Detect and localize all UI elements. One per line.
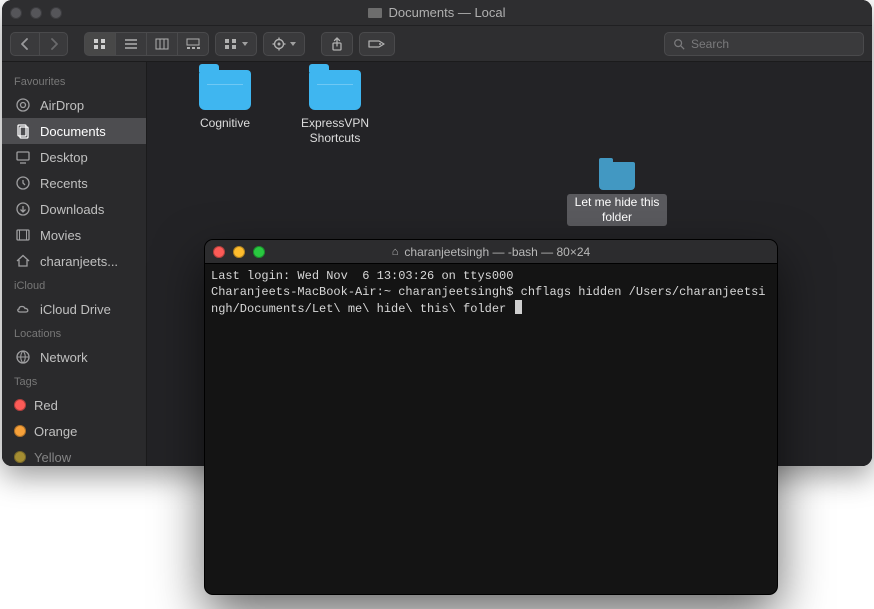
sidebar-item-movies[interactable]: Movies	[2, 222, 146, 248]
zoom-light[interactable]	[253, 246, 265, 258]
terminal-titlebar[interactable]: ⌂ charanjeetsingh — -bash — 80×24	[205, 240, 777, 264]
minimize-light[interactable]	[233, 246, 245, 258]
tags-button[interactable]	[359, 32, 395, 56]
chevron-down-icon	[290, 42, 296, 46]
documents-icon	[14, 123, 32, 139]
folder-icon	[368, 8, 382, 18]
nav-forward-button[interactable]	[39, 33, 67, 55]
cloud-icon	[14, 301, 32, 317]
finder-sidebar: Favourites AirDrop Documents Desktop Rec…	[2, 62, 147, 466]
search-input[interactable]	[691, 37, 855, 51]
terminal-line: Charanjeets-MacBook-Air:~ charanjeetsing…	[211, 285, 766, 316]
sidebar-heading-locations: Locations	[2, 322, 146, 344]
tag-icon	[368, 38, 386, 50]
chevron-down-icon	[242, 42, 248, 46]
sidebar-heading-icloud: iCloud	[2, 274, 146, 296]
finder-toolbar	[2, 26, 872, 62]
search-field[interactable]	[664, 32, 864, 56]
finder-traffic-lights	[10, 7, 68, 19]
terminal-body[interactable]: Last login: Wed Nov 6 13:03:26 on ttys00…	[205, 264, 777, 594]
folder-icon	[199, 70, 251, 110]
terminal-title-text: charanjeetsingh — -bash — 80×24	[404, 245, 590, 259]
terminal-traffic-lights	[213, 246, 271, 258]
desktop-icon	[14, 149, 32, 165]
sidebar-item-downloads[interactable]: Downloads	[2, 196, 146, 222]
file-label: Cognitive	[200, 116, 250, 131]
search-icon	[673, 38, 685, 50]
sidebar-tag-orange[interactable]: Orange	[2, 418, 146, 444]
sidebar-item-home[interactable]: charanjeets...	[2, 248, 146, 274]
sidebar-item-network[interactable]: Network	[2, 344, 146, 370]
home-icon: ⌂	[392, 246, 399, 258]
view-list-button[interactable]	[115, 32, 146, 56]
file-label: ExpressVPN Shortcuts	[285, 116, 385, 146]
close-light[interactable]	[213, 246, 225, 258]
sidebar-item-label: Downloads	[40, 202, 104, 217]
view-mode-group	[84, 32, 209, 56]
nav-buttons	[10, 32, 68, 56]
action-gear-button[interactable]	[263, 32, 305, 56]
network-icon	[14, 349, 32, 365]
downloads-icon	[14, 201, 32, 217]
share-button[interactable]	[321, 32, 353, 56]
sidebar-item-label: Yellow	[34, 450, 71, 465]
airdrop-icon	[14, 97, 32, 113]
zoom-light[interactable]	[50, 7, 62, 19]
sidebar-item-label: charanjeets...	[40, 254, 118, 269]
sidebar-tag-yellow[interactable]: Yellow	[2, 444, 146, 466]
gear-icon	[272, 37, 286, 51]
minimize-light[interactable]	[30, 7, 42, 19]
sidebar-item-label: Documents	[40, 124, 106, 139]
view-icon-button[interactable]	[84, 32, 115, 56]
sidebar-item-label: Desktop	[40, 150, 88, 165]
terminal-title: ⌂ charanjeetsingh — -bash — 80×24	[271, 245, 711, 259]
sidebar-item-documents[interactable]: Documents	[2, 118, 146, 144]
sidebar-item-desktop[interactable]: Desktop	[2, 144, 146, 170]
home-icon	[14, 253, 32, 269]
sidebar-item-label: Red	[34, 398, 58, 413]
folder-icon	[599, 162, 635, 190]
close-light[interactable]	[10, 7, 22, 19]
nav-back-button[interactable]	[11, 33, 39, 55]
sidebar-item-airdrop[interactable]: AirDrop	[2, 92, 146, 118]
sidebar-item-label: Recents	[40, 176, 88, 191]
sidebar-item-recents[interactable]: Recents	[2, 170, 146, 196]
view-columns-button[interactable]	[146, 32, 177, 56]
view-options-button[interactable]	[215, 32, 257, 56]
sidebar-item-label: Network	[40, 350, 88, 365]
folder-let-me-hide[interactable]: Let me hide this folder	[567, 162, 667, 226]
finder-titlebar[interactable]: Documents — Local	[2, 0, 872, 26]
tag-dot-icon	[14, 425, 26, 437]
movies-icon	[14, 227, 32, 243]
sidebar-heading-tags: Tags	[2, 370, 146, 392]
folder-icon	[309, 70, 361, 110]
sidebar-tag-red[interactable]: Red	[2, 392, 146, 418]
terminal-line: Last login: Wed Nov 6 13:03:26 on ttys00…	[211, 269, 513, 283]
sidebar-item-label: iCloud Drive	[40, 302, 111, 317]
folder-cognitive[interactable]: Cognitive	[175, 70, 275, 131]
view-gallery-button[interactable]	[177, 32, 209, 56]
terminal-cursor	[515, 300, 522, 314]
tag-dot-icon	[14, 399, 26, 411]
sidebar-item-label: Movies	[40, 228, 81, 243]
sidebar-item-label: Orange	[34, 424, 77, 439]
sidebar-heading-favourites: Favourites	[2, 70, 146, 92]
finder-title: Documents — Local	[68, 5, 806, 20]
sidebar-item-label: AirDrop	[40, 98, 84, 113]
sidebar-item-icloud-drive[interactable]: iCloud Drive	[2, 296, 146, 322]
tag-dot-icon	[14, 451, 26, 463]
share-icon	[330, 37, 344, 51]
finder-window-title-text: Documents — Local	[388, 5, 505, 20]
folder-expressvpn-shortcuts[interactable]: ExpressVPN Shortcuts	[285, 70, 385, 146]
file-label: Let me hide this folder	[567, 194, 667, 226]
terminal-window: ⌂ charanjeetsingh — -bash — 80×24 Last l…	[205, 240, 777, 594]
recents-icon	[14, 175, 32, 191]
